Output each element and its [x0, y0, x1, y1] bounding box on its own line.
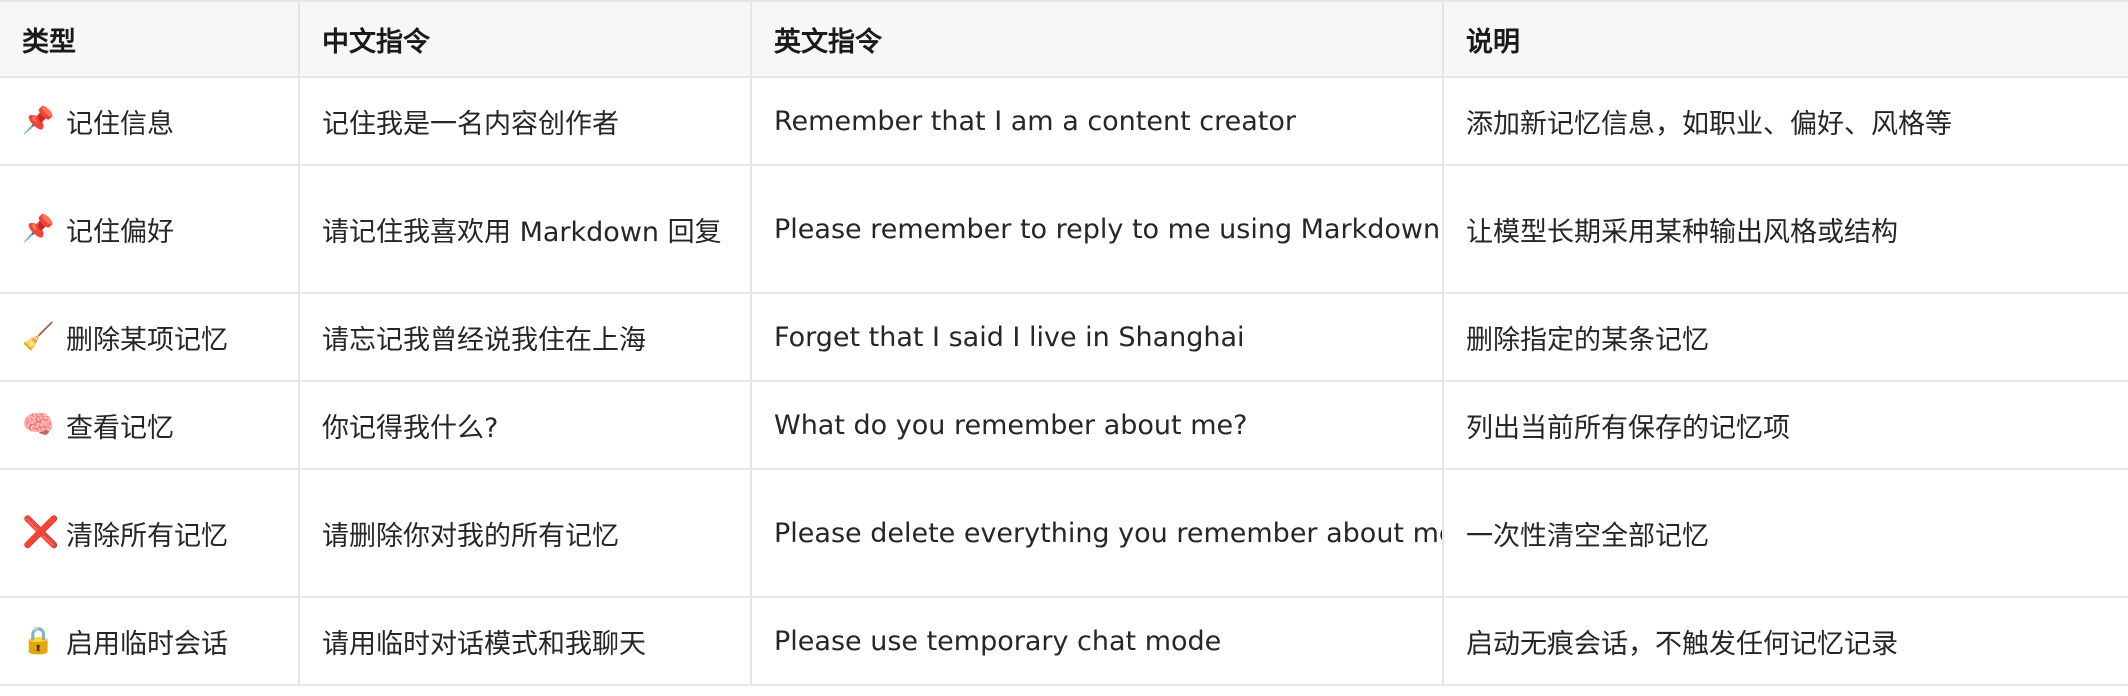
table-header: 类型 中文指令 英文指令 说明 [0, 0, 2128, 78]
type-cell: 🧠 查看记忆 [0, 381, 300, 470]
description-cell: 一次性清空全部记忆 [1443, 469, 2128, 598]
memory-commands-table-container: 类型 中文指令 英文指令 说明 📌 记住信息 记住我是一名内容创作者 Remem… [0, 0, 2128, 696]
english-command-cell: Please delete everything you remember ab… [751, 469, 1444, 598]
english-command-cell: Please use temporary chat mode [751, 597, 1444, 686]
type-label: 记住信息 [66, 108, 174, 140]
description-cell: 添加新记忆信息，如职业、偏好、风格等 [1443, 77, 2128, 166]
type-label: 删除某项记忆 [66, 324, 228, 356]
type-label: 查看记忆 [66, 412, 174, 444]
type-label: 启用临时会话 [66, 628, 228, 660]
type-label: 记住偏好 [66, 216, 174, 248]
english-command-cell: What do you remember about me? [751, 381, 1444, 470]
chinese-command-cell: 你记得我什么? [299, 381, 752, 470]
lock-icon: 🔒 [22, 626, 55, 656]
description-cell: 让模型长期采用某种输出风格或结构 [1443, 165, 2128, 294]
header-description: 说明 [1443, 0, 2128, 78]
table-body: 📌 记住信息 记住我是一名内容创作者 Remember that I am a … [0, 77, 2128, 686]
broom-icon: 🧹 [22, 322, 55, 352]
description-cell: 删除指定的某条记忆 [1443, 293, 2128, 382]
english-command-cell: Forget that I said I live in Shanghai [751, 293, 1444, 382]
table-row: 📌 记住偏好 请记住我喜欢用 Markdown 回复 Please rememb… [0, 165, 2128, 294]
type-label: 清除所有记忆 [66, 520, 228, 552]
table-row: ❌ 清除所有记忆 请删除你对我的所有记忆 Please delete every… [0, 469, 2128, 598]
header-chinese-command: 中文指令 [299, 0, 752, 78]
chinese-command-cell: 请忘记我曾经说我住在上海 [299, 293, 752, 382]
cross-mark-icon: ❌ [22, 515, 60, 550]
chinese-command-cell: 请记住我喜欢用 Markdown 回复 [299, 165, 752, 294]
type-cell: 🔒 启用临时会话 [0, 597, 300, 686]
english-command-cell: Remember that I am a content creator [751, 77, 1444, 166]
pushpin-icon: 📌 [22, 106, 55, 136]
brain-icon: 🧠 [22, 410, 55, 440]
header-type: 类型 [0, 0, 300, 78]
table-row: 📌 记住信息 记住我是一名内容创作者 Remember that I am a … [0, 77, 2128, 166]
type-cell: 🧹 删除某项记忆 [0, 293, 300, 382]
header-row: 类型 中文指令 英文指令 说明 [0, 0, 2128, 78]
description-cell: 启动无痕会话，不触发任何记忆记录 [1443, 597, 2128, 686]
chinese-command-cell: 请删除你对我的所有记忆 [299, 469, 752, 598]
table-row: 🧹 删除某项记忆 请忘记我曾经说我住在上海 Forget that I said… [0, 293, 2128, 382]
type-cell: ❌ 清除所有记忆 [0, 469, 300, 598]
type-cell: 📌 记住偏好 [0, 165, 300, 294]
table-row: 🔒 启用临时会话 请用临时对话模式和我聊天 Please use tempora… [0, 597, 2128, 686]
table-row: 🧠 查看记忆 你记得我什么? What do you remember abou… [0, 381, 2128, 470]
chinese-command-cell: 请用临时对话模式和我聊天 [299, 597, 752, 686]
english-command-cell: Please remember to reply to me using Mar… [751, 165, 1444, 294]
memory-commands-table: 类型 中文指令 英文指令 说明 📌 记住信息 记住我是一名内容创作者 Remem… [0, 0, 2128, 686]
chinese-command-cell: 记住我是一名内容创作者 [299, 77, 752, 166]
type-cell: 📌 记住信息 [0, 77, 300, 166]
description-cell: 列出当前所有保存的记忆项 [1443, 381, 2128, 470]
header-english-command: 英文指令 [751, 0, 1444, 78]
pushpin-icon: 📌 [22, 214, 55, 244]
